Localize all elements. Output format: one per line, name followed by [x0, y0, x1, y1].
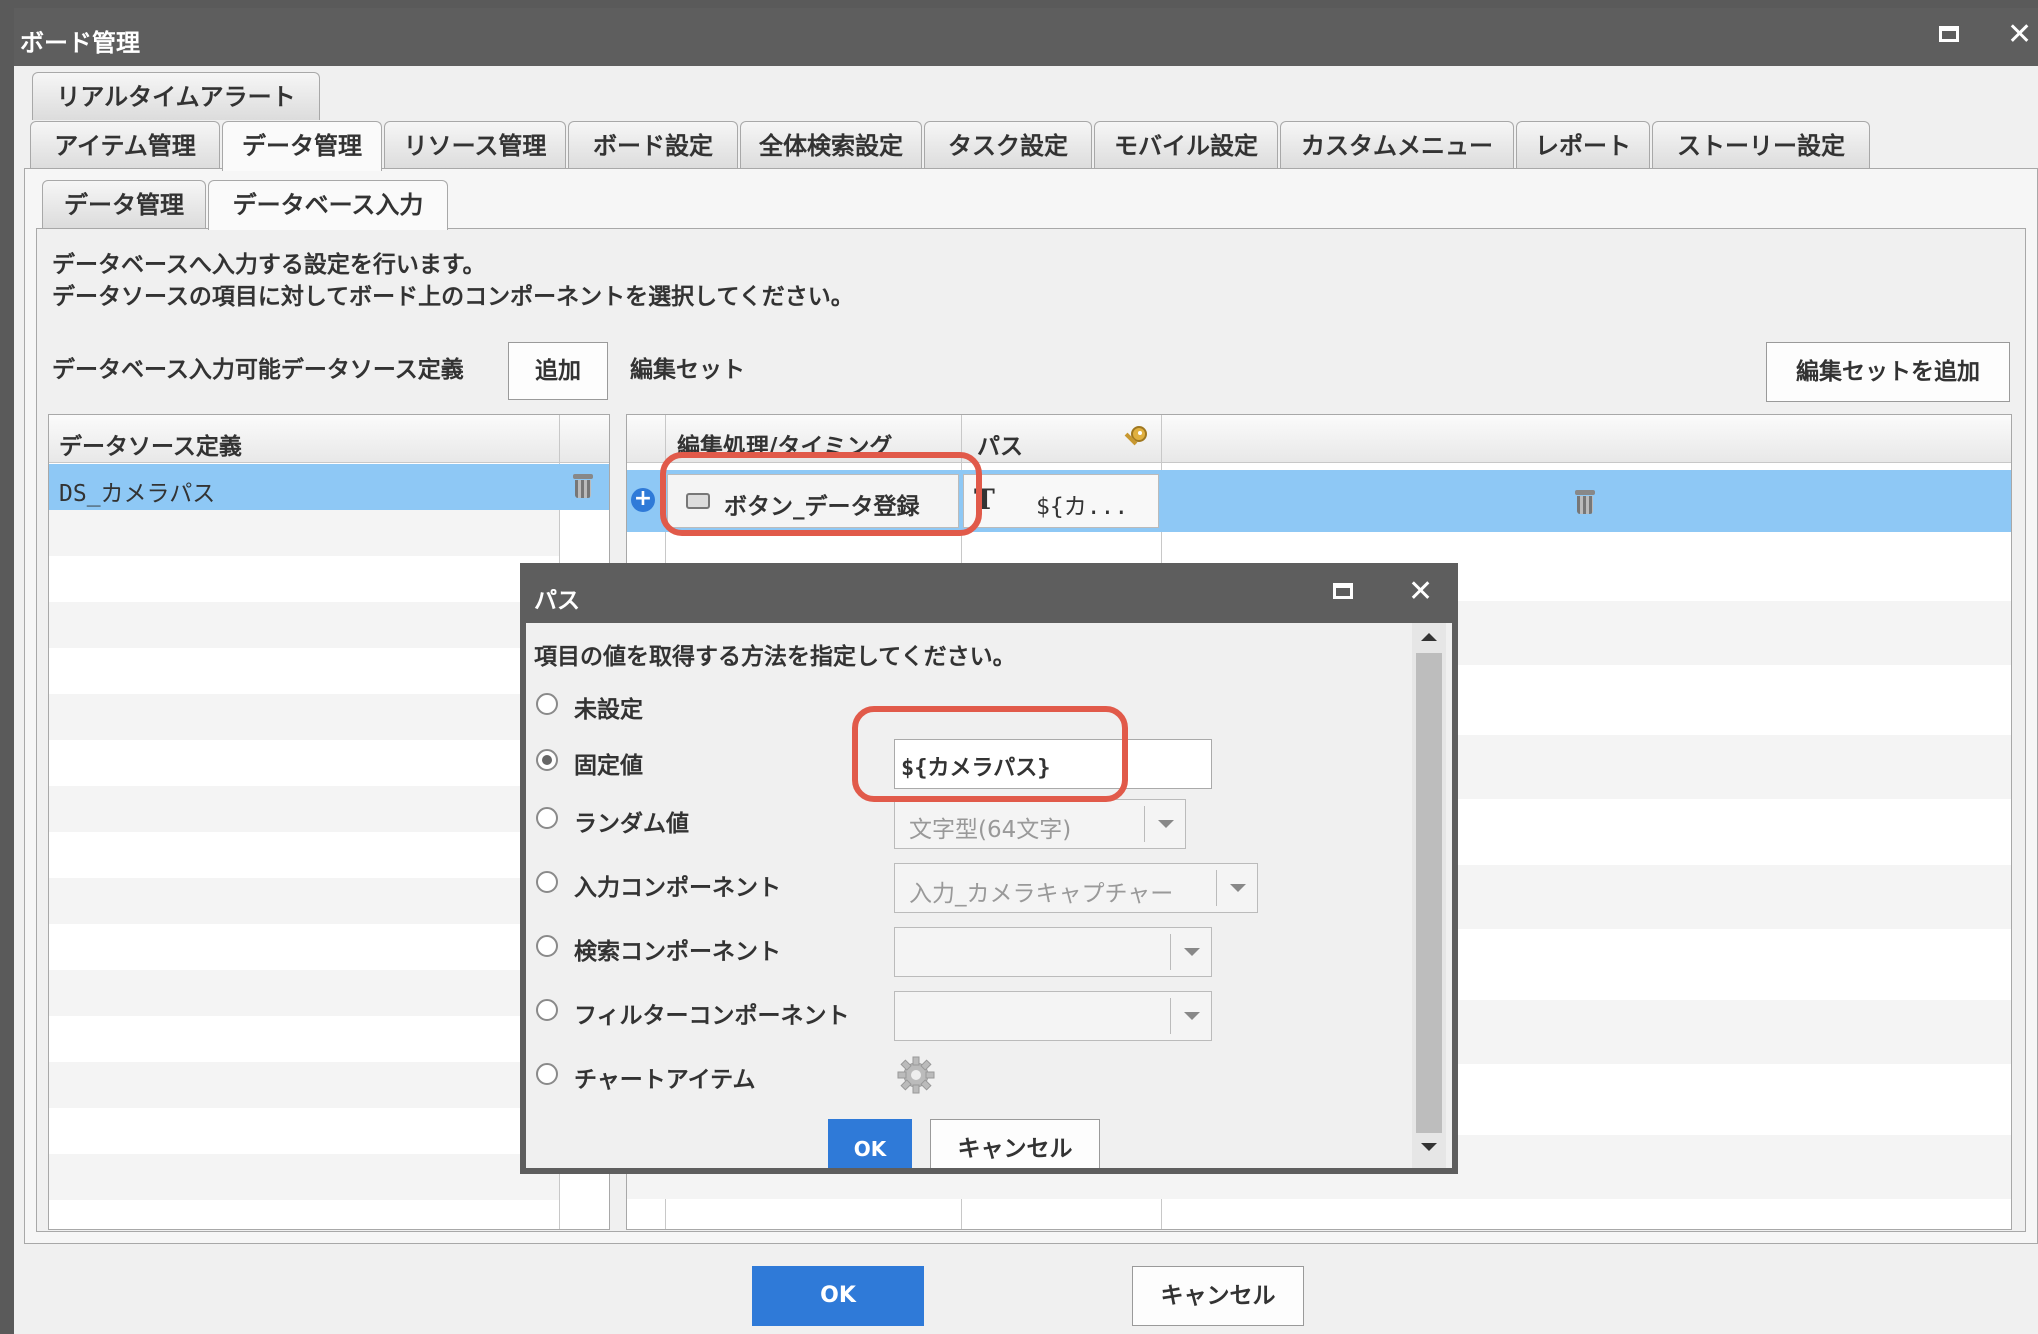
option-label: 固定値 — [574, 753, 643, 779]
scroll-up-icon[interactable] — [1421, 633, 1437, 641]
scroll-down-icon[interactable] — [1421, 1143, 1437, 1151]
close-icon[interactable]: ✕ — [1408, 577, 1433, 607]
tab-data-management[interactable]: データ管理 — [222, 121, 382, 171]
dialog-cancel-button[interactable]: キャンセル — [930, 1119, 1100, 1168]
radio-filter-component[interactable] — [536, 999, 558, 1021]
dialog-instruction: 項目の値を取得する方法を指定してください。 — [534, 644, 1016, 670]
input-component-select[interactable]: 入力_カメラキャプチャー — [894, 863, 1258, 913]
chevron-down-icon — [1170, 998, 1211, 1034]
table-row[interactable]: DS_カメラパス — [49, 464, 609, 510]
datasource-column-header: データソース定義 — [59, 434, 242, 460]
option-label: フィルターコンポーネント — [574, 1003, 850, 1029]
datasource-section-label: データベース入力可能データソース定義 — [52, 357, 464, 383]
cancel-button[interactable]: キャンセル — [1132, 1266, 1304, 1326]
datasource-table-header: データソース定義 — [49, 415, 609, 463]
dialog-title: パス — [534, 588, 580, 614]
tab-report[interactable]: レポート — [1516, 121, 1650, 169]
window-title: ボード管理 — [20, 29, 140, 57]
radio-unset[interactable] — [536, 693, 558, 715]
chevron-down-icon — [1170, 934, 1211, 970]
chevron-down-icon — [1216, 870, 1257, 906]
edit-set-section-label: 編集セット — [630, 357, 745, 383]
radio-chart-item[interactable] — [536, 1063, 558, 1085]
option-label: 検索コンポーネント — [574, 939, 781, 965]
scroll-thumb[interactable] — [1416, 653, 1442, 1133]
maximize-icon[interactable] — [1333, 583, 1353, 599]
radio-input-component[interactable] — [536, 871, 558, 893]
subtab-database-input[interactable]: データベース入力 — [208, 180, 448, 230]
gear-icon[interactable] — [894, 1053, 938, 1097]
filter-component-select[interactable] — [894, 991, 1212, 1041]
radio-search-component[interactable] — [536, 935, 558, 957]
maximize-icon[interactable] — [1939, 26, 1959, 42]
option-label: 未設定 — [574, 697, 643, 723]
option-label: 入力コンポーネント — [574, 875, 781, 901]
highlight-timing — [660, 452, 982, 536]
subtab-data-management[interactable]: データ管理 — [42, 180, 206, 228]
chevron-down-icon — [1144, 806, 1185, 842]
trash-icon[interactable] — [1575, 490, 1595, 514]
path-value: ${カ... — [1036, 494, 1129, 520]
expand-plus-icon[interactable]: + — [631, 488, 655, 512]
tab-item-management[interactable]: アイテム管理 — [30, 121, 220, 169]
random-type-select[interactable]: 文字型(64文字) — [894, 799, 1186, 849]
tab-global-search-settings[interactable]: 全体検索設定 — [740, 121, 922, 169]
close-icon[interactable]: ✕ — [2007, 20, 2032, 50]
option-label: ランダム値 — [574, 811, 689, 837]
datasource-name: DS_カメラパス — [59, 481, 216, 507]
highlight-fixed-value — [852, 706, 1128, 802]
search-component-select[interactable] — [894, 927, 1212, 977]
dialog-scrollbar[interactable] — [1412, 623, 1446, 1168]
tab-story-settings[interactable]: ストーリー設定 — [1652, 121, 1870, 169]
dialog-ok-button[interactable]: OK — [828, 1119, 912, 1168]
trash-icon[interactable] — [573, 474, 593, 498]
key-icon — [1124, 426, 1147, 446]
add-datasource-button[interactable]: 追加 — [508, 342, 608, 400]
radio-fixed-value[interactable] — [536, 749, 558, 771]
tab-realtime-alert[interactable]: リアルタイムアラート — [32, 72, 320, 120]
ok-button[interactable]: OK — [752, 1266, 924, 1326]
tab-resource-management[interactable]: リソース管理 — [384, 121, 566, 169]
radio-random-value[interactable] — [536, 807, 558, 829]
description-line1: データベースへ入力する設定を行います。 — [52, 252, 486, 278]
window-titlebar: ボード管理 ✕ — [14, 8, 2038, 66]
dialog-body: 項目の値を取得する方法を指定してください。 未設定 固定値 ${カメラパス} ラ… — [526, 623, 1452, 1168]
path-column-header: パス — [977, 434, 1023, 460]
path-cell[interactable]: T ${カ... — [963, 474, 1159, 528]
tab-mobile-settings[interactable]: モバイル設定 — [1094, 121, 1278, 169]
tab-board-settings[interactable]: ボード設定 — [568, 121, 738, 169]
description-line2: データソースの項目に対してボード上のコンポーネントを選択してください。 — [52, 284, 854, 310]
tab-custom-menu[interactable]: カスタムメニュー — [1280, 121, 1514, 169]
tab-task-settings[interactable]: タスク設定 — [924, 121, 1092, 169]
add-edit-set-button[interactable]: 編集セットを追加 — [1766, 342, 2010, 402]
option-label: チャートアイテム — [574, 1067, 756, 1093]
